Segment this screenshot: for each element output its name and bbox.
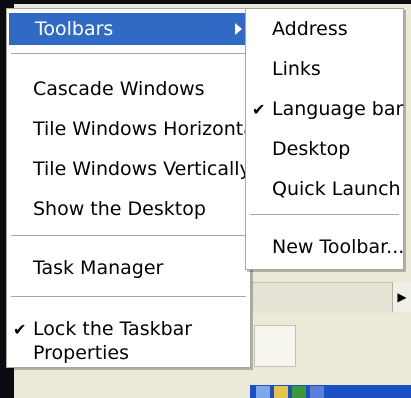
menu-item-show-desktop[interactable]: Show the Desktop — [7, 193, 250, 225]
tray-icon[interactable] — [274, 386, 288, 398]
menu-item-label: Task Manager — [33, 257, 164, 279]
menu-item-label: New Toolbar... — [272, 236, 405, 258]
submenu-item-address[interactable]: Address — [246, 13, 403, 45]
submenu-item-new-toolbar[interactable]: New Toolbar... — [246, 231, 405, 263]
menu-separator — [11, 53, 246, 55]
check-icon: ✔ — [13, 319, 27, 339]
toolbars-submenu: Address Links ✔ Language bar Desktop Qui… — [245, 8, 404, 270]
menu-item-properties[interactable]: Properties — [7, 337, 250, 369]
menu-item-tile-horizontally[interactable]: Tile Windows Horizontally — [7, 113, 277, 145]
menu-item-toolbars[interactable]: Toolbars — [9, 13, 248, 45]
menu-item-label: Links — [272, 58, 321, 80]
menu-item-tile-vertically[interactable]: Tile Windows Vertically — [7, 153, 251, 185]
submenu-item-language-bar[interactable]: ✔ Language bar — [246, 93, 403, 125]
check-icon: ✔ — [252, 99, 266, 119]
tray-icon[interactable] — [256, 386, 270, 398]
menu-item-cascade-windows[interactable]: Cascade Windows — [7, 73, 250, 105]
menu-item-label: Toolbars — [35, 18, 114, 40]
menu-item-label: Tile Windows Vertically — [33, 158, 251, 180]
submenu-item-desktop[interactable]: Desktop — [246, 133, 403, 165]
menu-separator — [11, 296, 246, 298]
submenu-item-links[interactable]: Links — [246, 53, 403, 85]
menu-item-label: Address — [272, 18, 348, 40]
background-top-strip — [0, 0, 411, 4]
tray-icon[interactable] — [292, 386, 306, 398]
menu-item-task-manager[interactable]: Task Manager — [7, 252, 250, 284]
menu-item-label: Quick Launch — [272, 178, 401, 200]
submenu-arrow-icon — [235, 23, 242, 35]
menu-item-label: Language bar — [272, 98, 404, 120]
sunken-box — [254, 325, 296, 367]
menu-separator — [250, 214, 399, 216]
submenu-item-quick-launch[interactable]: Quick Launch — [246, 173, 403, 205]
menu-item-label: Tile Windows Horizontally — [33, 118, 277, 140]
scroll-right-icon[interactable]: ▶ — [392, 282, 411, 312]
menu-item-label: Desktop — [272, 138, 351, 160]
menu-item-label: Cascade Windows — [33, 78, 205, 100]
tray-icon[interactable] — [310, 386, 324, 398]
menu-item-label: Show the Desktop — [33, 198, 206, 220]
horizontal-scrollbar[interactable] — [250, 282, 400, 313]
menu-item-label: Properties — [33, 342, 130, 364]
taskbar-context-menu: Toolbars Cascade Windows Tile Windows Ho… — [6, 8, 277, 369]
menu-separator — [11, 235, 246, 237]
